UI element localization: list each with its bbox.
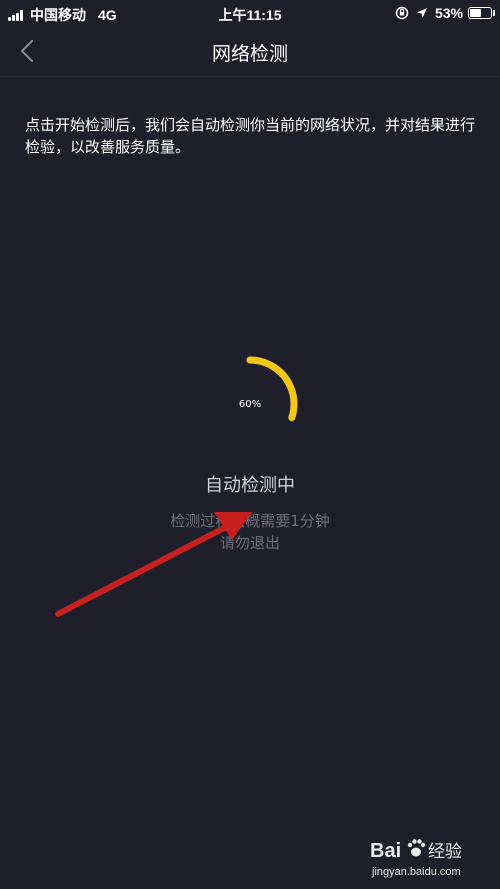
watermark-url: jingyan.baidu.com [371, 866, 461, 878]
detection-hint-duration: 检测过程大概需要1分钟 [170, 512, 330, 530]
location-icon [416, 8, 427, 18]
svg-text:经验: 经验 [428, 842, 462, 862]
status-bar: 中国移动 4G 上午11:15 53% [0, 0, 500, 26]
svg-text:Bai: Bai [370, 840, 401, 862]
progress-percent: 60% [238, 398, 262, 410]
battery-fill [470, 9, 481, 17]
battery-icon [468, 7, 495, 19]
page-title: 网络检测 [211, 43, 288, 65]
detection-hint-warning: 请勿退出 [219, 534, 280, 552]
nav-bar: 网络检测 [0, 26, 500, 77]
status-right: 53% [395, 5, 495, 21]
detection-title: 自动检测中 [205, 475, 295, 496]
baidu-jingyan-watermark: Bai 经验 jingyan.baidu.com [370, 839, 462, 878]
battery-percent: 53% [434, 5, 463, 21]
orientation-lock-icon [395, 6, 409, 20]
description-text: 点击开始检测后，我们会自动检测你当前的网络状况，并对结果进行检验，以改善服务质量… [25, 116, 476, 156]
